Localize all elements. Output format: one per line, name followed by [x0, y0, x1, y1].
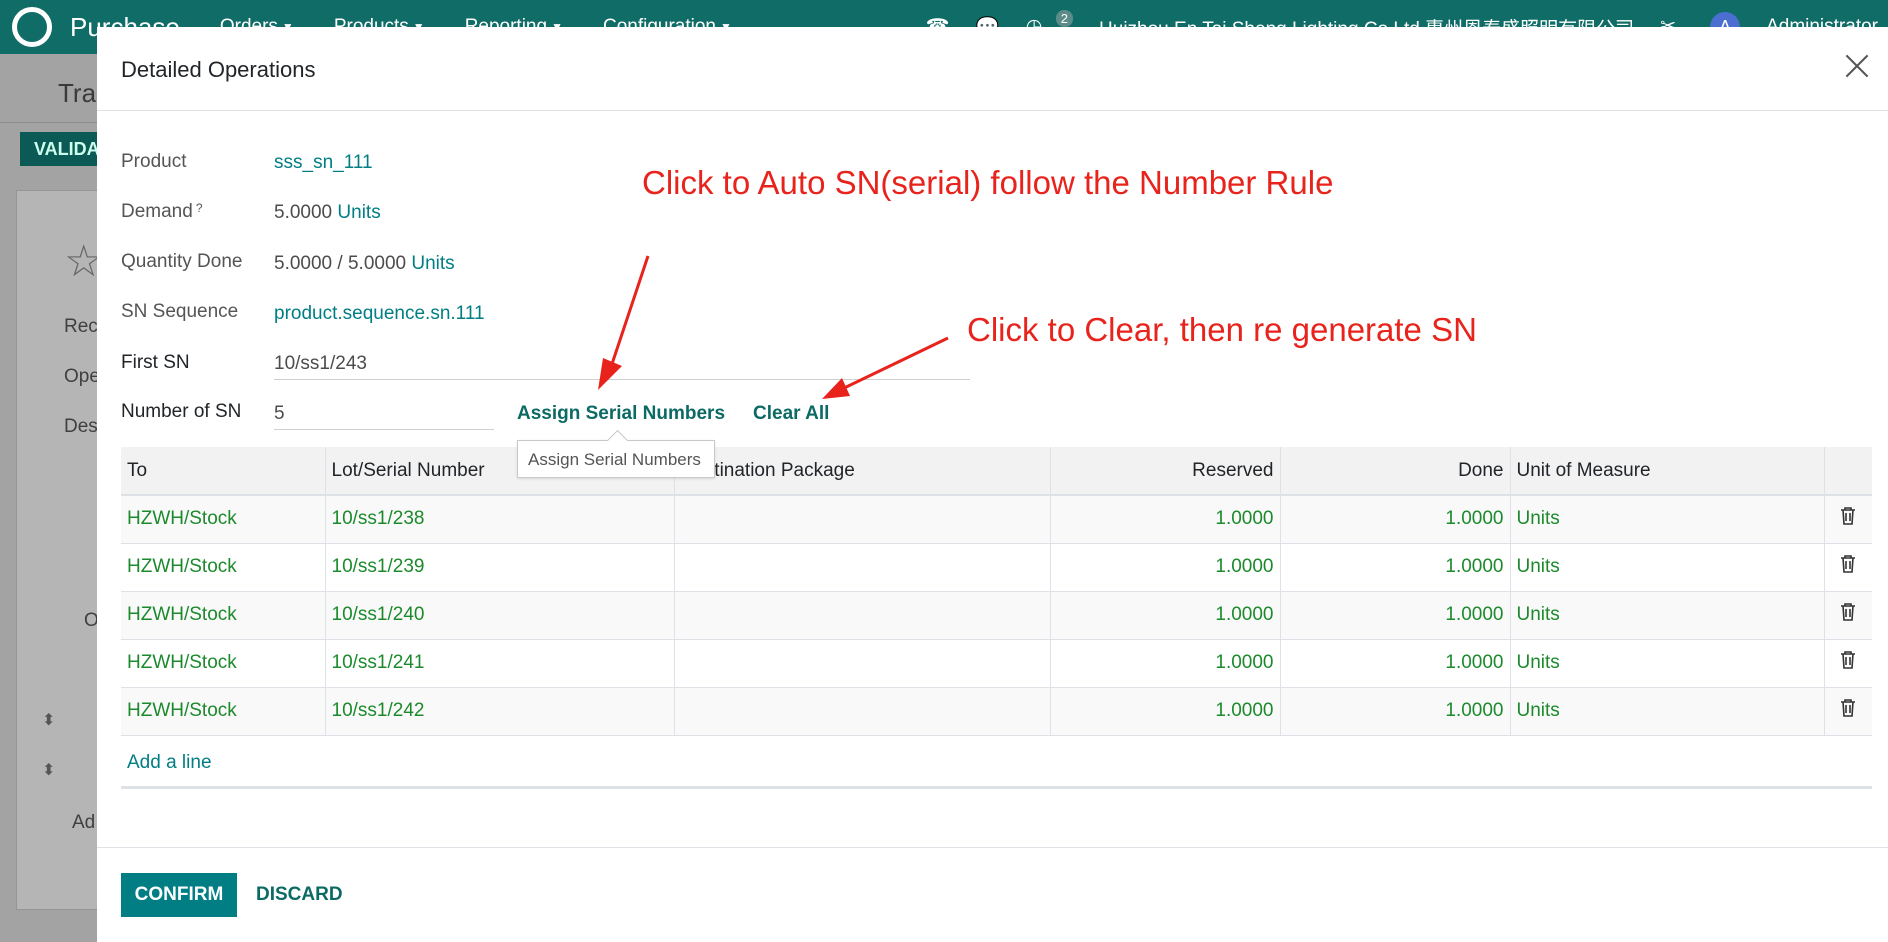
col-destination-package[interactable]: Destination Package [674, 447, 1051, 496]
cell-uom[interactable]: Units [1510, 687, 1825, 736]
activity-badge: 2 [1055, 9, 1074, 27]
cell-done[interactable]: 1.0000 [1280, 495, 1511, 544]
table-row[interactable]: HZWH/Stock 10/ss1/238 1.0000 1.0000 Unit… [121, 495, 1872, 544]
bg-label-operation: Ope [64, 366, 100, 387]
cell-reserved: 1.0000 [1050, 639, 1281, 688]
assign-tooltip: Assign Serial Numbers [517, 440, 715, 478]
cell-to[interactable]: HZWH/Stock [121, 687, 326, 736]
first-sn-label: First SN [121, 352, 190, 373]
cell-lot[interactable]: 10/ss1/240 [325, 591, 675, 640]
first-sn-underline [274, 379, 970, 380]
table-row[interactable]: HZWH/Stock 10/ss1/242 1.0000 1.0000 Unit… [121, 687, 1872, 736]
demand-label: Demand? [121, 201, 203, 222]
cell-done[interactable]: 1.0000 [1280, 687, 1511, 736]
modal-title: Detailed Operations [121, 57, 316, 82]
discard-button[interactable]: DISCARD [256, 873, 343, 917]
col-reserved[interactable]: Reserved [1050, 447, 1281, 496]
cell-package[interactable] [674, 495, 1051, 544]
bg-sort-handle-icon[interactable]: ⬍ [42, 710, 55, 730]
bg-label-receive: Rec [64, 316, 98, 337]
col-uom[interactable]: Unit of Measure [1510, 447, 1825, 496]
trash-icon[interactable] [1824, 591, 1872, 640]
trash-icon[interactable] [1824, 495, 1872, 544]
table-bottom-border [121, 786, 1872, 789]
trash-icon[interactable] [1824, 687, 1872, 736]
sn-sequence-value[interactable]: product.sequence.sn.111 [274, 303, 485, 325]
clear-all-button[interactable]: Clear All [753, 403, 829, 425]
demand-uom: Units [337, 202, 381, 223]
col-to[interactable]: To [121, 447, 326, 496]
cell-uom[interactable]: Units [1510, 591, 1825, 640]
cell-reserved: 1.0000 [1050, 495, 1281, 544]
cell-package[interactable] [674, 543, 1051, 592]
odoo-logo-icon[interactable] [12, 7, 52, 47]
table-header-row: To Lot/Serial Number Destination Package… [121, 447, 1872, 496]
cell-package[interactable] [674, 591, 1051, 640]
bg-add-line[interactable]: Ad [72, 812, 95, 834]
trash-icon[interactable] [1824, 543, 1872, 592]
qty-done-label: Quantity Done [121, 251, 243, 272]
number-sn-label: Number of SN [121, 401, 242, 422]
sn-sequence-label: SN Sequence [121, 301, 239, 322]
cell-lot[interactable]: 10/ss1/239 [325, 543, 675, 592]
product-value[interactable]: sss_sn_111 [274, 152, 373, 174]
cell-uom[interactable]: Units [1510, 543, 1825, 592]
bg-divider [0, 122, 100, 123]
cell-lot[interactable]: 10/ss1/241 [325, 639, 675, 688]
trash-icon[interactable] [1824, 639, 1872, 688]
bg-label-destination: Des [64, 416, 98, 437]
cell-reserved: 1.0000 [1050, 687, 1281, 736]
first-sn-input[interactable]: 10/ss1/243 [274, 353, 367, 375]
bg-page-title: Tra [58, 78, 97, 108]
demand-value: 5.0000 Units [274, 202, 381, 223]
col-done[interactable]: Done [1280, 447, 1511, 496]
bg-form-sheet [16, 190, 106, 910]
add-line-link[interactable]: Add a line [127, 752, 212, 774]
modal-header: Detailed Operations [97, 27, 1888, 111]
cell-to[interactable]: HZWH/Stock [121, 495, 326, 544]
table-row[interactable]: HZWH/Stock 10/ss1/239 1.0000 1.0000 Unit… [121, 543, 1872, 592]
number-sn-underline [274, 429, 494, 430]
cell-reserved: 1.0000 [1050, 591, 1281, 640]
cell-lot[interactable]: 10/ss1/238 [325, 495, 675, 544]
table-row[interactable]: HZWH/Stock 10/ss1/241 1.0000 1.0000 Unit… [121, 639, 1872, 688]
cell-package[interactable] [674, 639, 1051, 688]
annotation-clear: Click to Clear, then re generate SN [967, 311, 1477, 348]
cell-package[interactable] [674, 687, 1051, 736]
close-icon[interactable] [1842, 51, 1872, 81]
modal-footer [97, 847, 1888, 942]
qty-done-value: 5.0000 / 5.0000 Units [274, 253, 455, 274]
confirm-button[interactable]: CONFIRM [121, 873, 237, 917]
bg-sort-handle-icon[interactable]: ⬍ [42, 760, 55, 780]
product-label: Product [121, 151, 187, 172]
qty-done-uom: Units [411, 253, 455, 274]
col-actions [1824, 447, 1872, 496]
cell-to[interactable]: HZWH/Stock [121, 639, 326, 688]
cell-uom[interactable]: Units [1510, 495, 1825, 544]
cell-done[interactable]: 1.0000 [1280, 591, 1511, 640]
required-marker: ? [195, 201, 203, 215]
cell-uom[interactable]: Units [1510, 639, 1825, 688]
assign-serial-numbers-button[interactable]: Assign Serial Numbers [517, 403, 725, 425]
cell-to[interactable]: HZWH/Stock [121, 543, 326, 592]
cell-done[interactable]: 1.0000 [1280, 543, 1511, 592]
cell-done[interactable]: 1.0000 [1280, 639, 1511, 688]
annotation-auto-sn: Click to Auto SN(serial) follow the Numb… [642, 164, 1334, 201]
cell-lot[interactable]: 10/ss1/242 [325, 687, 675, 736]
table-row[interactable]: HZWH/Stock 10/ss1/240 1.0000 1.0000 Unit… [121, 591, 1872, 640]
move-lines-table: To Lot/Serial Number Destination Package… [121, 447, 1872, 736]
cell-reserved: 1.0000 [1050, 543, 1281, 592]
cell-to[interactable]: HZWH/Stock [121, 591, 326, 640]
number-sn-input[interactable]: 5 [274, 403, 285, 425]
